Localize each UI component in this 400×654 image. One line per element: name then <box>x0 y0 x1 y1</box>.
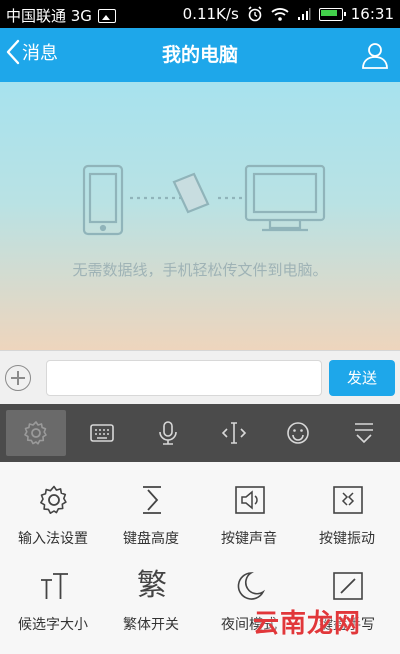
status-right: 0.11K/s 16:31 <box>183 5 394 23</box>
gear-icon <box>40 485 67 514</box>
toolbar-settings[interactable] <box>6 410 66 456</box>
setting-keyboard-height[interactable]: 键盘高度 <box>101 468 201 554</box>
status-bar: 中国联通 3G 0.11K/s 16:31 <box>0 0 400 28</box>
back-button[interactable]: 消息 <box>6 39 58 65</box>
keyboard-icon <box>90 424 114 442</box>
setting-label: 候选字大小 <box>18 617 88 633</box>
header-bar: 消息 我的电脑 <box>0 28 400 82</box>
send-button[interactable]: 发送 <box>329 360 395 396</box>
setting-label: 输入法设置 <box>18 531 88 547</box>
setting-traditional-toggle[interactable]: 繁 繁体开关 <box>101 554 201 640</box>
message-input-bar: 发送 <box>0 350 400 405</box>
add-attachment-button[interactable] <box>5 365 31 391</box>
toolbar-emoji[interactable] <box>268 410 328 456</box>
traditional-toggle-icon: 繁 <box>137 568 167 603</box>
chat-area: 无需数据线，手机轻松传文件到电脑。 <box>0 82 400 350</box>
user-profile-icon[interactable] <box>360 40 390 70</box>
alarm-icon <box>248 6 262 22</box>
status-left: 中国联通 3G <box>6 5 116 26</box>
text-cursor-icon <box>221 422 247 444</box>
moon-icon <box>237 572 266 600</box>
setting-label: 按键振动 <box>319 531 375 547</box>
candidate-size-icon <box>41 573 68 599</box>
battery-icon <box>318 7 346 21</box>
clock: 16:31 <box>350 5 394 23</box>
network-speed: 0.11K/s <box>182 5 239 23</box>
emoji-icon <box>287 422 309 444</box>
watermark-logo: 云南龙网 <box>253 609 362 639</box>
microphone-icon <box>159 421 177 445</box>
key-vibration-icon <box>333 486 363 514</box>
setting-label: 按键声音 <box>221 531 277 547</box>
page-title: 我的电脑 <box>161 44 238 66</box>
image-notification-icon <box>97 8 116 23</box>
handwriting-icon <box>333 572 363 600</box>
key-sound-icon <box>235 486 265 514</box>
gear-icon <box>24 421 47 445</box>
keyboard-toolbar <box>0 404 400 462</box>
back-label: 消息 <box>22 43 58 64</box>
message-input[interactable] <box>46 360 322 396</box>
toolbar-voice[interactable] <box>138 410 198 456</box>
setting-ime-settings[interactable]: 输入法设置 <box>3 468 103 554</box>
setting-key-sound[interactable]: 按键声音 <box>199 468 299 554</box>
toolbar-collapse[interactable] <box>334 410 394 456</box>
setting-label: 键盘高度 <box>123 531 179 547</box>
toolbar-keyboard[interactable] <box>72 410 132 456</box>
setting-label: 繁体开关 <box>123 617 179 633</box>
setting-key-vibration[interactable]: 按键振动 <box>297 468 397 554</box>
phone-to-pc-illustration <box>82 164 326 236</box>
carrier-label: 中国联通 3G <box>6 7 92 25</box>
keyboard-height-icon <box>143 486 161 514</box>
setting-candidate-size[interactable]: 候选字大小 <box>3 554 103 640</box>
wifi-icon <box>271 8 289 21</box>
signal-icon <box>297 8 311 20</box>
collapse-keyboard-icon <box>355 423 373 444</box>
chevron-left-icon <box>6 39 20 65</box>
transfer-hint: 无需数据线，手机轻松传文件到电脑。 <box>72 261 328 279</box>
toolbar-cursor[interactable] <box>204 410 264 456</box>
